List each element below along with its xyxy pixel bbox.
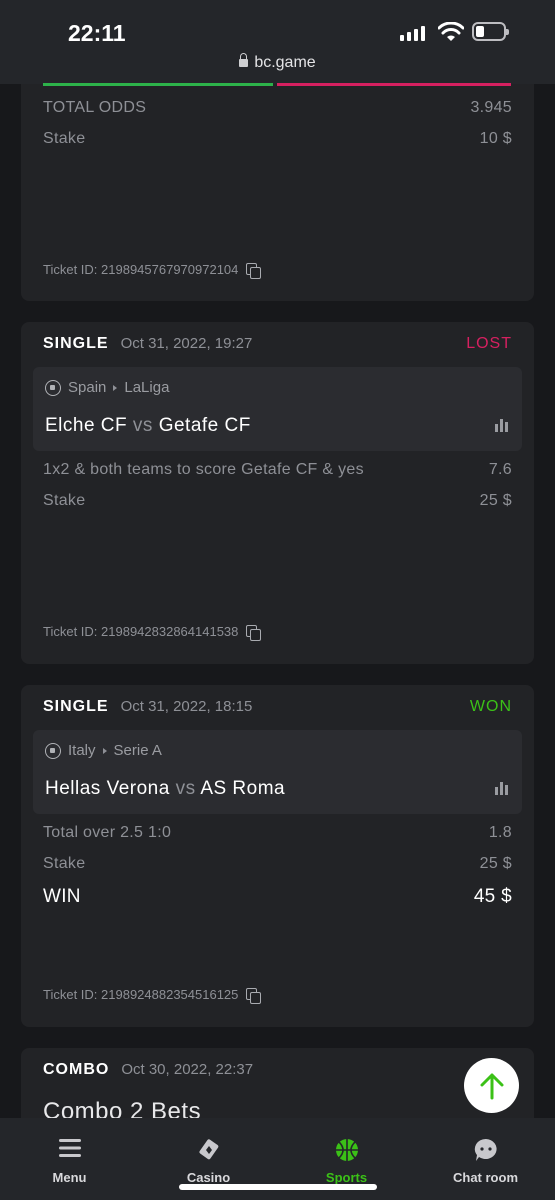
match-teams: Elche CF vs Getafe CF bbox=[45, 415, 251, 437]
bet-date: Oct 31, 2022, 18:15 bbox=[120, 698, 253, 715]
nav-label: Sports bbox=[325, 1170, 368, 1185]
copy-icon[interactable] bbox=[246, 624, 262, 641]
market-row: 1x2 & both teams to score Getafe CF & ye… bbox=[43, 461, 512, 479]
basketball-icon bbox=[335, 1139, 358, 1161]
league-breadcrumb: Spain LaLiga bbox=[45, 379, 169, 396]
ticket-id-text: Ticket ID: 2198924882354516125 bbox=[43, 987, 239, 1002]
nav-label: Casino bbox=[186, 1170, 231, 1185]
scroll-top-button[interactable] bbox=[464, 1058, 519, 1113]
ticket-id-text: Ticket ID: 2198942832864141538 bbox=[43, 624, 239, 639]
stake-row: Stake 25 $ bbox=[43, 492, 512, 510]
stake-row: Stake 10 $ bbox=[43, 130, 512, 148]
bet-card: TOTAL ODDS 3.945 Stake 10 $ Ticket ID: 2… bbox=[21, 60, 534, 301]
market-name: 1x2 & both teams to score Getafe CF & ye… bbox=[43, 461, 364, 478]
battery-icon bbox=[472, 22, 509, 41]
odds-value: 7.6 bbox=[488, 461, 512, 478]
ticket-id: Ticket ID: 2198942832864141538 bbox=[43, 624, 262, 641]
bet-date: Oct 31, 2022, 19:27 bbox=[120, 335, 253, 352]
menu-icon bbox=[58, 1139, 81, 1157]
match-box[interactable]: Italy Serie A Hellas Verona vs AS Roma bbox=[33, 730, 522, 814]
match-teams: Hellas Verona vs AS Roma bbox=[45, 778, 285, 800]
bet-type: COMBO bbox=[43, 1061, 110, 1078]
nav-menu[interactable]: Menu bbox=[0, 1118, 139, 1200]
ticket-id: Ticket ID: 2198945767970972104 bbox=[43, 262, 262, 279]
copy-icon[interactable] bbox=[246, 262, 262, 279]
status-badge: LOST bbox=[466, 335, 512, 352]
stake-value: 25 $ bbox=[479, 855, 512, 872]
nav-chat[interactable]: Chat room bbox=[416, 1118, 555, 1200]
stats-icon[interactable] bbox=[495, 419, 508, 432]
lock-icon bbox=[239, 53, 249, 67]
ticket-id-text: Ticket ID: 2198945767970972104 bbox=[43, 262, 239, 277]
arrow-up-icon bbox=[480, 1073, 503, 1099]
nav-label: Menu bbox=[52, 1170, 87, 1185]
chat-icon bbox=[474, 1138, 497, 1161]
win-value: 45 $ bbox=[473, 886, 512, 907]
league-breadcrumb: Italy Serie A bbox=[45, 742, 162, 759]
market-row: Total over 2.5 1:0 1.8 bbox=[43, 824, 512, 842]
win-label: WIN bbox=[43, 886, 81, 907]
home-team: Elche CF bbox=[45, 415, 128, 436]
away-team: Getafe CF bbox=[158, 415, 251, 436]
nav-label: Chat room bbox=[453, 1170, 518, 1185]
total-odds-value: 3.945 bbox=[470, 99, 512, 116]
bet-header: SINGLE Oct 31, 2022, 18:15 WON bbox=[43, 698, 512, 716]
ticket-id: Ticket ID: 2198924882354516125 bbox=[43, 987, 262, 1004]
away-team: AS Roma bbox=[200, 778, 286, 799]
home-team: Hellas Verona bbox=[45, 778, 170, 799]
stake-label: Stake bbox=[43, 130, 86, 147]
caret-right-icon bbox=[102, 747, 107, 754]
address-bar[interactable]: bc.game bbox=[0, 53, 555, 72]
stake-value: 10 $ bbox=[479, 130, 512, 147]
wifi-icon bbox=[438, 22, 464, 41]
odds-value: 1.8 bbox=[488, 824, 512, 841]
status-badge: WON bbox=[469, 698, 512, 715]
home-indicator[interactable] bbox=[179, 1184, 377, 1190]
win-row: WIN 45 $ bbox=[43, 886, 512, 908]
total-odds-row: TOTAL ODDS 3.945 bbox=[43, 99, 512, 117]
bet-type: SINGLE bbox=[43, 335, 109, 352]
url-text: bc.game bbox=[254, 54, 316, 71]
stake-row: Stake 25 $ bbox=[43, 855, 512, 873]
soccer-ball-icon bbox=[45, 742, 61, 759]
clock: 22:11 bbox=[68, 20, 126, 46]
bet-card: SINGLE Oct 31, 2022, 18:15 WON Italy Ser… bbox=[21, 685, 534, 1027]
signal-icon bbox=[400, 26, 425, 41]
country: Italy bbox=[68, 742, 96, 759]
match-box[interactable]: Spain LaLiga Elche CF vs Getafe CF bbox=[33, 367, 522, 451]
bet-type: SINGLE bbox=[43, 698, 109, 715]
vs-label: vs bbox=[175, 778, 196, 799]
stake-value: 25 $ bbox=[479, 492, 512, 509]
bet-card: SINGLE Oct 31, 2022, 19:27 LOST Spain La… bbox=[21, 322, 534, 664]
bet-header: SINGLE Oct 31, 2022, 19:27 LOST bbox=[43, 335, 512, 353]
cards-icon bbox=[198, 1139, 218, 1160]
bet-card: COMBO Oct 30, 2022, 22:37 Combo 2 Bets bbox=[21, 1048, 534, 1128]
soccer-ball-icon bbox=[45, 379, 61, 396]
bet-date: Oct 30, 2022, 22:37 bbox=[121, 1061, 254, 1078]
market-name: Total over 2.5 1:0 bbox=[43, 824, 172, 841]
stats-icon[interactable] bbox=[495, 782, 508, 795]
copy-icon[interactable] bbox=[246, 987, 262, 1004]
stake-label: Stake bbox=[43, 492, 86, 509]
country: Spain bbox=[68, 379, 107, 396]
page-progress bbox=[43, 83, 511, 86]
league: LaLiga bbox=[124, 379, 170, 396]
status-bar: 22:11 bc.game bbox=[0, 0, 555, 84]
bet-header: COMBO Oct 30, 2022, 22:37 bbox=[43, 1061, 512, 1079]
stake-label: Stake bbox=[43, 855, 86, 872]
total-odds-label: TOTAL ODDS bbox=[43, 99, 147, 116]
vs-label: vs bbox=[132, 415, 153, 436]
caret-right-icon bbox=[113, 384, 118, 391]
league: Serie A bbox=[113, 742, 162, 759]
